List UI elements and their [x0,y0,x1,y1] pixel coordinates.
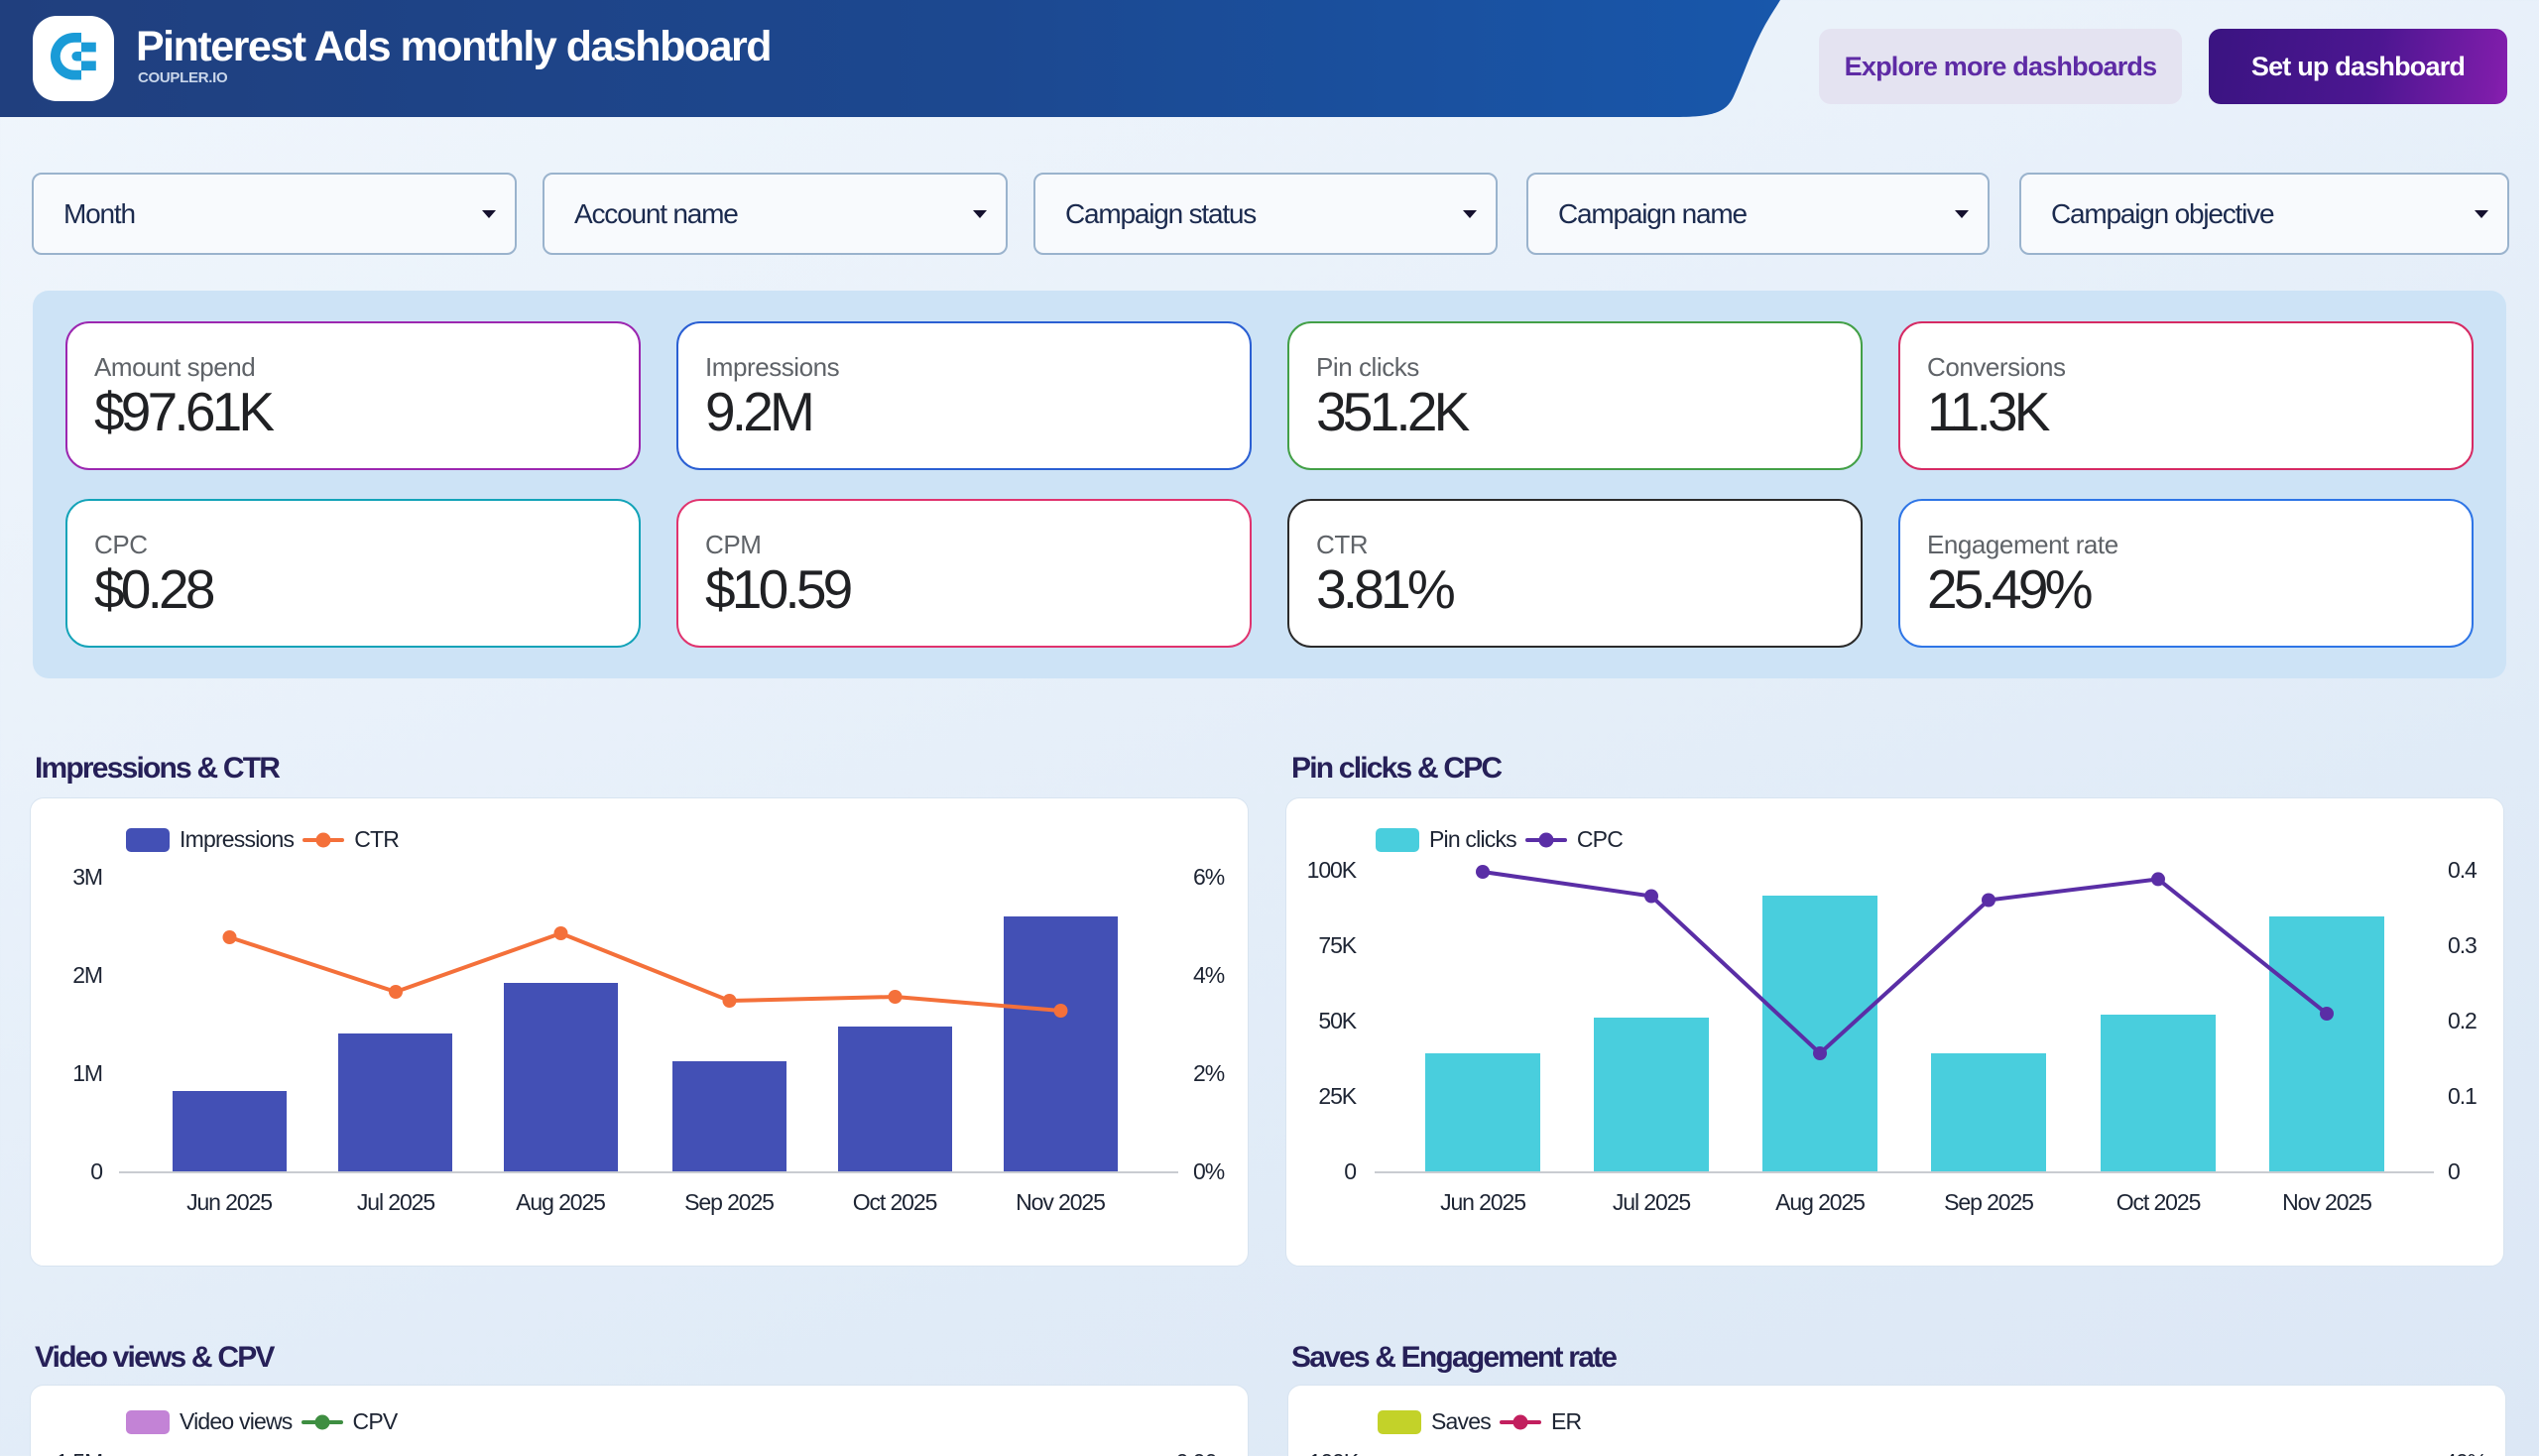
svg-text:4%: 4% [1193,962,1225,988]
svg-text:0: 0 [90,1158,102,1184]
svg-text:Jun 2025: Jun 2025 [186,1189,272,1215]
svg-text:Nov 2025: Nov 2025 [2282,1189,2371,1215]
svg-text:0%: 0% [1193,1158,1225,1184]
svg-text:Nov 2025: Nov 2025 [1016,1189,1105,1215]
svg-text:0.3: 0.3 [2448,932,2477,958]
svg-text:0.4: 0.4 [2448,857,2478,883]
svg-text:Jul 2025: Jul 2025 [1613,1189,1690,1215]
svg-text:0.1: 0.1 [2448,1083,2477,1109]
svg-text:2%: 2% [1193,1060,1225,1086]
svg-text:Jul 2025: Jul 2025 [357,1189,434,1215]
svg-text:Aug 2025: Aug 2025 [1775,1189,1865,1215]
svg-text:75K: 75K [1318,932,1357,958]
svg-text:2M: 2M [72,962,102,988]
svg-text:Sep 2025: Sep 2025 [1944,1189,2033,1215]
svg-text:1.5M: 1.5M [56,1449,102,1456]
svg-text:1M: 1M [72,1060,102,1086]
svg-text:3M: 3M [72,864,102,890]
svg-text:0.2: 0.2 [2448,1008,2477,1033]
svg-text:100K: 100K [1309,1449,1360,1456]
svg-text:25K: 25K [1318,1083,1357,1109]
svg-text:50K: 50K [1318,1008,1357,1033]
svg-text:40%: 40% [2444,1449,2486,1456]
svg-text:Jun 2025: Jun 2025 [1440,1189,1525,1215]
svg-text:Sep 2025: Sep 2025 [684,1189,774,1215]
svg-text:100K: 100K [1307,857,1358,883]
svg-text:Oct 2025: Oct 2025 [853,1189,937,1215]
svg-text:0.06: 0.06 [1176,1449,1217,1456]
svg-text:0: 0 [1344,1158,1356,1184]
svg-text:Aug 2025: Aug 2025 [516,1189,605,1215]
svg-text:0: 0 [2448,1158,2460,1184]
svg-text:6%: 6% [1193,864,1225,890]
svg-text:Oct 2025: Oct 2025 [2116,1189,2201,1215]
